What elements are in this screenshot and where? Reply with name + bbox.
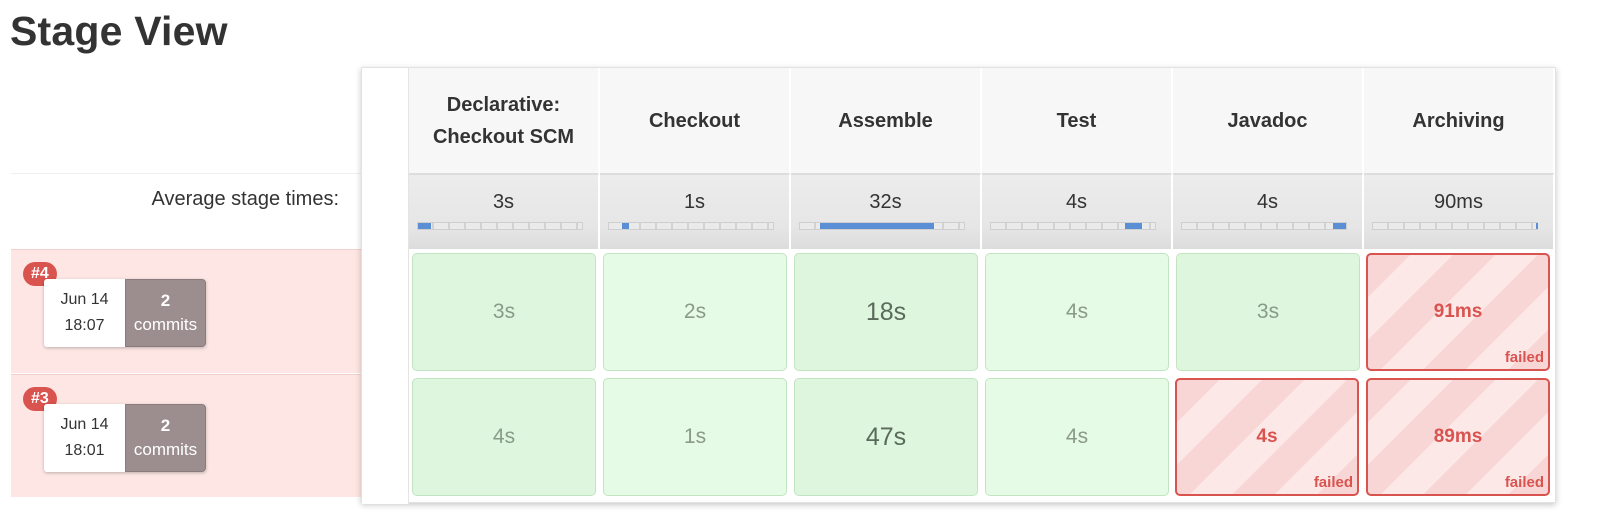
- stage-duration: 4s: [1065, 425, 1089, 448]
- average-times-row-label: Average stage times:: [11, 173, 361, 249]
- build-row-4: #4 Jun 14 18:07 2 commits: [11, 249, 361, 373]
- stage-header-javadoc: Javadoc: [1173, 68, 1363, 173]
- avg-cell-declarative-checkout-scm: 3s: [409, 173, 599, 249]
- stage-cell[interactable]: 3s: [412, 253, 596, 371]
- stage-cell[interactable]: 4s: [985, 378, 1169, 496]
- stage-duration: 3s: [492, 300, 516, 323]
- build-row-3: #3 Jun 14 18:01 2 commits: [11, 374, 361, 497]
- failed-label: failed: [1313, 474, 1353, 491]
- avg-progress-bar: [1181, 222, 1347, 230]
- build-commits-button[interactable]: 2 commits: [125, 404, 206, 472]
- average-times-label: Average stage times:: [151, 188, 339, 210]
- commits-label: commits: [133, 315, 198, 334]
- build-commits-button[interactable]: 2 commits: [125, 279, 206, 347]
- stage-cell-failed[interactable]: 89ms failed: [1366, 378, 1550, 496]
- stage-cell[interactable]: 47s: [794, 378, 978, 496]
- build-info-card: Jun 14 18:01 2 commits: [44, 404, 206, 472]
- avg-progress-fill: [1536, 223, 1539, 229]
- stage-duration: 1s: [683, 425, 707, 448]
- avg-progress-fill: [819, 223, 935, 229]
- build-datetime: Jun 14 18:07: [44, 279, 125, 347]
- stage-duration: 4s: [492, 425, 516, 448]
- avg-progress-fill: [1125, 223, 1142, 229]
- stage-duration: 89ms: [1433, 426, 1483, 447]
- avg-progress-fill: [1332, 223, 1346, 229]
- avg-time: 4s: [1065, 191, 1088, 213]
- stage-cell[interactable]: 3s: [1176, 253, 1360, 371]
- avg-progress-bar: [417, 222, 583, 230]
- stage-cell-failed[interactable]: 4s failed: [1175, 378, 1359, 496]
- avg-cell-assemble: 32s: [791, 173, 981, 249]
- avg-cell-test: 4s: [982, 173, 1172, 249]
- stage-cell-failed[interactable]: 91ms failed: [1366, 253, 1550, 371]
- avg-progress-bar: [608, 222, 774, 230]
- build-time: 18:07: [64, 317, 105, 334]
- avg-time: 90ms: [1434, 191, 1483, 213]
- stage-duration: 3s: [1256, 300, 1280, 323]
- avg-time: 1s: [683, 191, 706, 213]
- stage-duration: 47s: [865, 422, 907, 451]
- commits-count: 2: [160, 416, 171, 435]
- stage-duration: 4s: [1065, 300, 1089, 323]
- avg-cell-archiving: 90ms: [1364, 173, 1554, 249]
- avg-progress-fill: [418, 223, 432, 229]
- stage-duration: 2s: [683, 300, 707, 323]
- stage-duration: 4s: [1256, 426, 1278, 447]
- failed-label: failed: [1504, 349, 1544, 366]
- avg-cell-javadoc: 4s: [1173, 173, 1363, 249]
- stage-header-checkout: Checkout: [600, 68, 790, 173]
- stage-cell[interactable]: 4s: [412, 378, 596, 496]
- avg-progress-bar: [990, 222, 1156, 230]
- avg-time: 32s: [869, 191, 902, 213]
- avg-progress-bar: [1372, 222, 1539, 230]
- commits-count: 2: [160, 291, 171, 310]
- build-info-card: Jun 14 18:07 2 commits: [44, 279, 206, 347]
- build-datetime: Jun 14 18:01: [44, 404, 125, 472]
- stage-cell[interactable]: 2s: [603, 253, 787, 371]
- stage-header-declarative-checkout-scm: Declarative: Checkout SCM: [409, 68, 599, 173]
- page-title: Stage View: [10, 8, 228, 54]
- failed-label: failed: [1504, 474, 1544, 491]
- stage-header-test: Test: [982, 68, 1172, 173]
- avg-time: 4s: [1256, 191, 1279, 213]
- stage-header-assemble: Assemble: [791, 68, 981, 173]
- build-date: Jun 14: [60, 291, 109, 308]
- stage-header-archiving: Archiving: [1364, 68, 1554, 173]
- stage-table: Declarative: Checkout SCM Checkout Assem…: [361, 67, 1556, 504]
- stage-cell[interactable]: 18s: [794, 253, 978, 371]
- stage-duration: 91ms: [1433, 301, 1483, 322]
- stage-cell[interactable]: 1s: [603, 378, 787, 496]
- stage-cell[interactable]: 4s: [985, 253, 1169, 371]
- commits-label: commits: [133, 440, 198, 459]
- avg-progress-bar: [799, 222, 965, 230]
- avg-progress-fill: [622, 223, 629, 229]
- stage-duration: 18s: [865, 297, 907, 326]
- build-date: Jun 14: [60, 416, 109, 433]
- build-time: 18:01: [64, 442, 105, 459]
- avg-cell-checkout: 1s: [600, 173, 790, 249]
- table-gutter: [362, 68, 409, 504]
- avg-time: 3s: [492, 191, 515, 213]
